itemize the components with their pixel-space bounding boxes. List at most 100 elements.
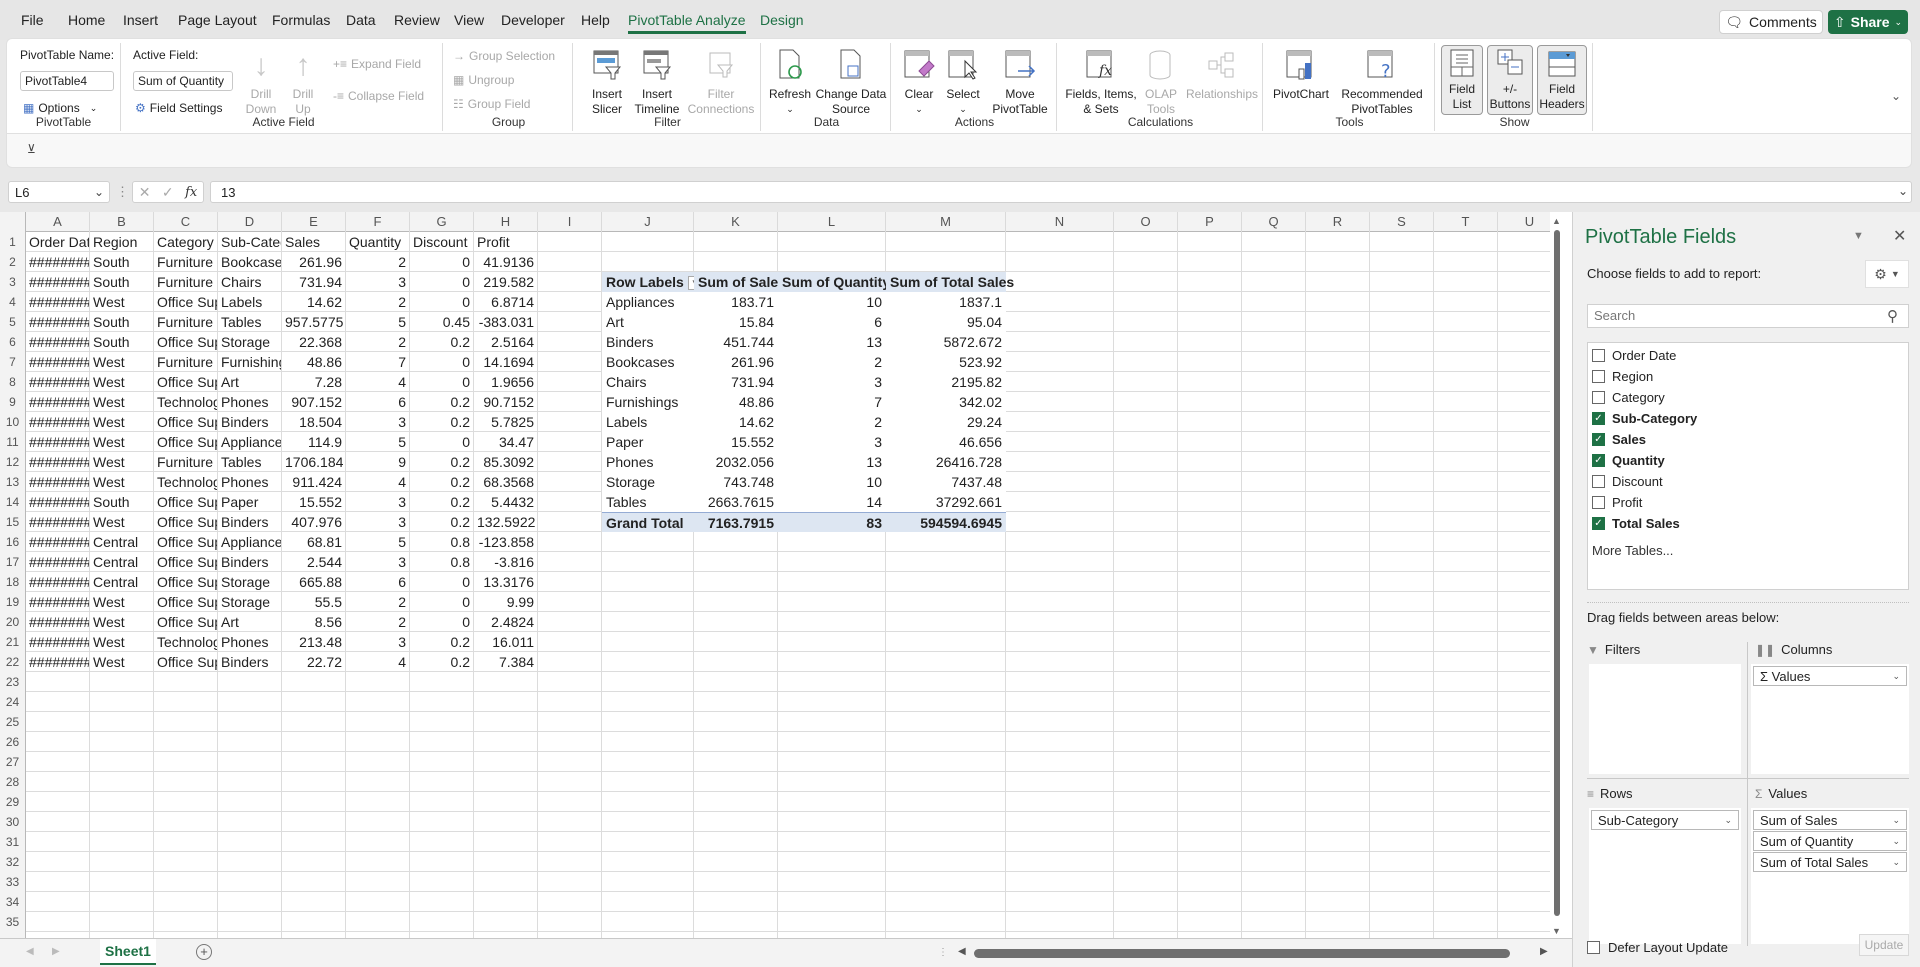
cell-A21[interactable]: ######## <box>26 632 90 652</box>
pivot-value[interactable]: 451.744 <box>694 332 778 352</box>
cell-D6[interactable]: Storage <box>218 332 282 352</box>
cell-F15[interactable]: 3 <box>346 512 410 532</box>
olap-tools-button[interactable]: OLAP Tools <box>1141 47 1181 117</box>
vertical-scrollbar[interactable]: ▲ ▼ <box>1550 212 1564 938</box>
scroll-thumb[interactable] <box>1554 230 1560 916</box>
cell-E13[interactable]: 911.424 <box>282 472 346 492</box>
cell-D11[interactable]: Appliance <box>218 432 282 452</box>
cell-H9[interactable]: 90.7152 <box>474 392 538 412</box>
next-sheet-icon[interactable]: ▶ <box>52 946 60 957</box>
cell-C7[interactable]: Furniture <box>154 352 218 372</box>
cell-E16[interactable]: 68.81 <box>282 532 346 552</box>
cell-E22[interactable]: 22.72 <box>282 652 346 672</box>
insert-slicer-button[interactable]: Insert Slicer <box>587 47 627 117</box>
row-header-11[interactable]: 11 <box>0 432 25 452</box>
cell-C19[interactable]: Office Sup <box>154 592 218 612</box>
row-header-34[interactable]: 34 <box>0 892 25 912</box>
cell-B10[interactable]: West <box>90 412 154 432</box>
cell-H1[interactable]: Profit <box>474 232 538 252</box>
cell-D9[interactable]: Phones <box>218 392 282 412</box>
pivot-value[interactable]: 3 <box>778 432 886 452</box>
pivot-value[interactable]: 13 <box>778 452 886 472</box>
cell-C18[interactable]: Office Sup <box>154 572 218 592</box>
grand-total-value[interactable]: 594594.6945 <box>886 512 1006 532</box>
cell-F9[interactable]: 6 <box>346 392 410 412</box>
row-header-25[interactable]: 25 <box>0 712 25 732</box>
cell-E8[interactable]: 7.28 <box>282 372 346 392</box>
cell-C12[interactable]: Furniture <box>154 452 218 472</box>
column-header-K[interactable]: K <box>694 212 778 232</box>
cell-H20[interactable]: 2.4824 <box>474 612 538 632</box>
rows-item-sub-category[interactable]: Sub-Category ⌄ <box>1591 810 1739 830</box>
cell-G7[interactable]: 0 <box>410 352 474 372</box>
field-item-order-date[interactable]: Order Date <box>1592 345 1676 366</box>
pivot-value[interactable]: 6 <box>778 312 886 332</box>
cell-B13[interactable]: West <box>90 472 154 492</box>
column-header-P[interactable]: P <box>1178 212 1242 232</box>
cell-E18[interactable]: 665.88 <box>282 572 346 592</box>
row-header-29[interactable]: 29 <box>0 792 25 812</box>
expand-formula-bar-icon[interactable]: ⌄ <box>1898 184 1908 198</box>
cell-H22[interactable]: 7.384 <box>474 652 538 672</box>
cell-B17[interactable]: Central <box>90 552 154 572</box>
row-header-4[interactable]: 4 <box>0 292 25 312</box>
pivot-value[interactable]: 743.748 <box>694 472 778 492</box>
column-header-Q[interactable]: Q <box>1242 212 1306 232</box>
close-icon[interactable]: ✕ <box>1893 226 1906 246</box>
cell-D22[interactable]: Binders <box>218 652 282 672</box>
update-button[interactable]: Update <box>1859 934 1909 956</box>
pivot-value[interactable]: 2 <box>778 412 886 432</box>
menu-help[interactable]: Help <box>581 12 610 28</box>
relationships-button[interactable]: Relationships <box>1185 47 1259 102</box>
insert-function-icon[interactable]: fx <box>185 185 197 200</box>
field-search-input[interactable]: Search <box>1587 304 1909 328</box>
field-checkbox[interactable] <box>1592 370 1605 383</box>
cell-F7[interactable]: 7 <box>346 352 410 372</box>
cell-G6[interactable]: 0.2 <box>410 332 474 352</box>
cell-E9[interactable]: 907.152 <box>282 392 346 412</box>
pivot-row-label[interactable]: Furnishings <box>602 392 694 412</box>
cell-H5[interactable]: -383.031 <box>474 312 538 332</box>
cell-C3[interactable]: Furniture <box>154 272 218 292</box>
column-header-D[interactable]: D <box>218 212 282 232</box>
cancel-icon[interactable]: ✕ <box>139 184 151 201</box>
row-header-26[interactable]: 26 <box>0 732 25 752</box>
enter-icon[interactable]: ✓ <box>162 184 174 201</box>
row-header-23[interactable]: 23 <box>0 672 25 692</box>
grand-total-value[interactable]: 7163.7915 <box>694 512 778 532</box>
pivot-value[interactable]: 261.96 <box>694 352 778 372</box>
pivot-value[interactable]: 7437.48 <box>886 472 1006 492</box>
select-button[interactable]: Select ⌄ <box>943 47 983 117</box>
drill-up-button[interactable]: ↑ Drill Up <box>285 47 321 117</box>
cell-G10[interactable]: 0.2 <box>410 412 474 432</box>
row-header-5[interactable]: 5 <box>0 312 25 332</box>
cell-A1[interactable]: Order Dat <box>26 232 90 252</box>
cell-D8[interactable]: Art <box>218 372 282 392</box>
cell-A20[interactable]: ######## <box>26 612 90 632</box>
field-checkbox[interactable]: ✓ <box>1592 412 1605 425</box>
field-item-sales[interactable]: ✓ Sales <box>1592 429 1646 450</box>
cell-F20[interactable]: 2 <box>346 612 410 632</box>
menu-file[interactable]: File <box>21 12 44 28</box>
cell-B21[interactable]: West <box>90 632 154 652</box>
row-header-19[interactable]: 19 <box>0 592 25 612</box>
row-header-20[interactable]: 20 <box>0 612 25 632</box>
column-header-A[interactable]: A <box>26 212 90 232</box>
pivot-value[interactable]: 26416.728 <box>886 452 1006 472</box>
cell-D5[interactable]: Tables <box>218 312 282 332</box>
cell-A9[interactable]: ######## <box>26 392 90 412</box>
field-checkbox[interactable]: ✓ <box>1592 454 1605 467</box>
column-header-S[interactable]: S <box>1370 212 1434 232</box>
row-header-15[interactable]: 15 <box>0 512 25 532</box>
change-data-source-button[interactable]: Change Data Source <box>815 47 887 117</box>
field-item-region[interactable]: Region <box>1592 366 1653 387</box>
cell-C22[interactable]: Office Sup <box>154 652 218 672</box>
cell-A11[interactable]: ######## <box>26 432 90 452</box>
cell-C10[interactable]: Office Sup <box>154 412 218 432</box>
cell-B16[interactable]: Central <box>90 532 154 552</box>
cell-G5[interactable]: 0.45 <box>410 312 474 332</box>
column-header-M[interactable]: M <box>886 212 1006 232</box>
cell-G4[interactable]: 0 <box>410 292 474 312</box>
field-checkbox[interactable] <box>1592 391 1605 404</box>
cell-B1[interactable]: Region <box>90 232 154 252</box>
